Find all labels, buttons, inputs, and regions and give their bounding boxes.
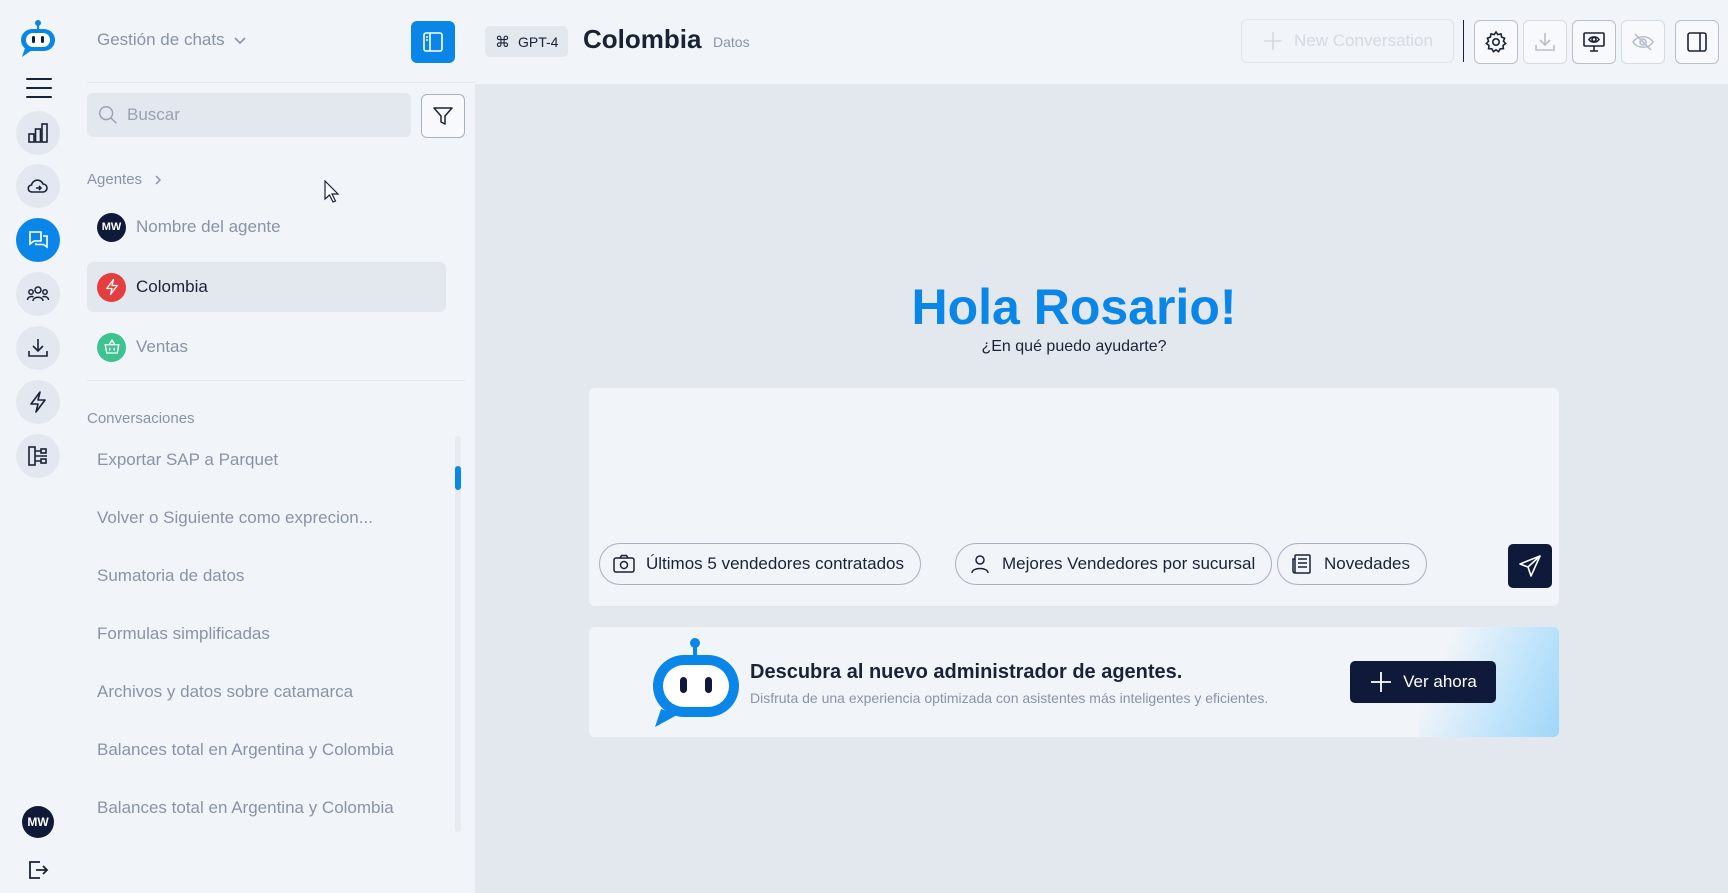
workflow-button[interactable] (16, 434, 60, 478)
eye-off-icon (1632, 33, 1654, 51)
message-composer: Últimos 5 vendedores contratados Mejores… (589, 388, 1559, 606)
suggestion-label: Novedades (1324, 554, 1411, 573)
chat-management-dropdown[interactable]: Gestión de chats (97, 30, 247, 50)
greeting-title: Hola Rosario! (911, 279, 1237, 335)
new-conversation-button[interactable]: New Conversation (1241, 19, 1454, 63)
model-label: GPT-4 (518, 33, 559, 50)
cloud-sync-button[interactable] (16, 164, 60, 208)
user-avatar[interactable]: MW (22, 806, 54, 838)
gear-icon (1485, 30, 1507, 53)
agents-section-link[interactable]: Agentes (87, 171, 164, 188)
conversations-label: Conversaciones (87, 410, 195, 427)
conversation-item[interactable]: Balances total en Argentina y Colombia (97, 798, 394, 818)
agent-item-selected[interactable]: Colombia (87, 262, 446, 312)
newspaper-icon (1292, 554, 1311, 574)
promo-banner: Descubra al nuevo administrador de agent… (589, 627, 1559, 737)
search-icon (99, 106, 117, 124)
agents-label: Agentes (87, 171, 143, 188)
mouse-cursor-icon (324, 180, 340, 203)
divider (87, 82, 475, 83)
agent-avatar: MW (97, 212, 126, 242)
conversation-item[interactable]: Volver o Siguiente como exprecion... (97, 508, 373, 528)
download-icon (1535, 33, 1555, 51)
sidebar-panel-icon (423, 32, 443, 52)
bot-logo-icon[interactable] (18, 18, 58, 58)
send-button[interactable] (1508, 544, 1552, 588)
suggestion-label: Últimos 5 vendedores contratados (646, 554, 904, 573)
banner-title: Descubra al nuevo administrador de agent… (750, 661, 1183, 683)
right-panel-toggle[interactable] (1675, 20, 1719, 64)
filter-icon (433, 107, 453, 125)
command-icon: ⌘ (495, 33, 510, 51)
team-button[interactable] (16, 272, 60, 316)
user-icon (971, 555, 989, 574)
suggestion-chip[interactable]: Mejores Vendedores por sucursal (955, 543, 1273, 585)
top-bar: ⌘ GPT-4 Colombia Datos New Conversation (475, 0, 1728, 84)
present-button[interactable] (1572, 20, 1616, 64)
logout-icon[interactable] (26, 858, 50, 882)
basket-icon (97, 332, 126, 362)
cloud-sync-icon (27, 179, 48, 193)
scrollbar-thumb[interactable] (455, 466, 461, 490)
download-icon (28, 339, 48, 357)
chats-button[interactable] (16, 218, 60, 262)
conversation-item[interactable]: Sumatoria de datos (97, 566, 244, 586)
dashboard-button[interactable] (16, 111, 60, 155)
agent-item[interactable]: MW Nombre del agente (87, 202, 446, 252)
suggestion-chip[interactable]: Novedades (1277, 543, 1428, 585)
hide-button[interactable] (1621, 20, 1665, 64)
search-input[interactable] (127, 105, 397, 125)
settings-button[interactable] (1474, 20, 1518, 64)
conversation-item[interactable]: Exportar SAP a Parquet (97, 450, 278, 470)
workflow-icon (28, 446, 47, 466)
model-selector[interactable]: ⌘ GPT-4 (485, 26, 569, 57)
presentation-icon (1583, 32, 1605, 52)
page-subtitle: Datos (713, 34, 750, 50)
filter-button[interactable] (421, 94, 465, 138)
suggestion-chip[interactable]: Últimos 5 vendedores contratados (599, 543, 921, 585)
sidebar-right-icon (1687, 32, 1707, 52)
search-box (87, 93, 411, 137)
plus-icon (1371, 672, 1392, 692)
plus-icon (1264, 32, 1283, 50)
lightning-icon (97, 272, 126, 302)
automations-button[interactable] (16, 380, 60, 424)
new-conversation-label: New Conversation (1294, 31, 1433, 50)
scrollbar-track[interactable] (455, 436, 461, 832)
camera-icon (613, 554, 635, 573)
banner-text: Disfruta de una experiencia optimizada c… (750, 690, 1269, 706)
chats-icon (29, 231, 48, 249)
message-input[interactable] (597, 396, 1547, 516)
chat-main: Hola Rosario! ¿En qué puedo ayudarte? Úl… (475, 84, 1728, 893)
conversation-item[interactable]: Formulas simplificadas (97, 624, 270, 644)
view-now-button[interactable]: Ver ahora (1350, 661, 1496, 703)
agent-name: Nombre del agente (136, 217, 281, 236)
agent-item[interactable]: Ventas (87, 322, 446, 372)
download-button[interactable] (1523, 20, 1567, 64)
nav-rail: MW (0, 0, 77, 893)
dashboard-icon (28, 123, 48, 143)
chevron-down-icon (234, 37, 246, 45)
greeting-subtitle: ¿En qué puedo ayudarte? (981, 338, 1167, 355)
team-icon (26, 286, 50, 302)
toolbar-divider (1463, 20, 1464, 62)
conversation-item[interactable]: Archivos y datos sobre catamarca (97, 682, 353, 702)
view-now-label: Ver ahora (1403, 672, 1477, 691)
agent-name: Colombia (136, 277, 208, 296)
sidebar-toggle-button[interactable] (411, 21, 455, 63)
hamburger-menu-icon[interactable] (26, 78, 52, 100)
lightning-icon (30, 391, 46, 413)
bot-mascot-icon (653, 638, 739, 727)
sidebar-title: Gestión de chats (97, 30, 225, 49)
divider (87, 380, 465, 381)
page-title: Colombia (583, 24, 702, 54)
chat-sidebar: Gestión de chats Agentes MW Nombre del a… (77, 0, 475, 893)
agent-name: Ventas (136, 337, 188, 356)
suggestion-label: Mejores Vendedores por sucursal (1002, 554, 1256, 573)
send-icon (1519, 555, 1541, 577)
conversation-item[interactable]: Balances total en Argentina y Colombia (97, 740, 394, 760)
downloads-button[interactable] (16, 326, 60, 370)
chevron-right-icon (155, 174, 162, 185)
